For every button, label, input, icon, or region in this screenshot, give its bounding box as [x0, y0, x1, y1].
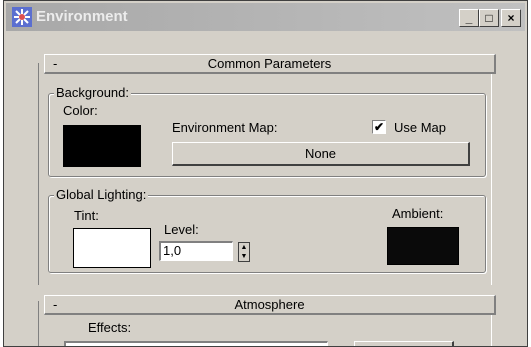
maximize-icon: □ [485, 11, 493, 25]
max-snowflake-icon [12, 7, 32, 27]
effects-label: Effects: [88, 320, 132, 335]
environment-map-button-label: None [304, 146, 337, 161]
minimize-icon: _ [465, 11, 473, 25]
background-color-swatch[interactable] [63, 125, 141, 167]
tint-label: Tint: [74, 208, 99, 223]
global-lighting-group-label: Global Lighting: [54, 187, 149, 202]
window-title: Environment [36, 8, 128, 25]
use-map-label: Use Map [394, 120, 447, 135]
background-group-label: Background: [54, 85, 131, 100]
close-icon: × [507, 11, 515, 25]
environment-map-button[interactable]: None [172, 142, 470, 166]
ambient-label: Ambient: [392, 206, 444, 221]
spinner-down-icon[interactable]: ▼ [239, 252, 249, 261]
atmosphere-rollout-header[interactable]: - Atmosphere [44, 295, 496, 315]
common-parameters-rollout-header[interactable]: - Common Parameters [44, 54, 496, 74]
add-effect-button[interactable] [354, 341, 454, 346]
minimize-button[interactable]: _ [459, 9, 479, 27]
atmosphere-title: Atmosphere [234, 297, 305, 312]
color-label: Color: [63, 103, 98, 118]
common-parameters-title: Common Parameters [207, 56, 332, 71]
spinner-up-icon[interactable]: ▲ [239, 243, 249, 252]
close-button[interactable]: × [501, 9, 521, 27]
level-input[interactable]: 1,0 [159, 241, 233, 261]
environment-map-label: Environment Map: [172, 120, 278, 135]
title-bar[interactable]: Environment _ □ × [6, 3, 525, 31]
level-spinner[interactable]: ▲ ▼ [238, 242, 250, 262]
level-value: 1,0 [163, 243, 182, 258]
ambient-color-swatch[interactable] [387, 227, 459, 265]
use-map-checkbox[interactable]: ✔ [372, 120, 386, 134]
level-label: Level: [164, 222, 199, 237]
tint-color-swatch[interactable] [73, 228, 151, 268]
environment-window: Environment _ □ × - Common Parameters Ba… [3, 0, 528, 347]
maximize-button[interactable]: □ [479, 9, 499, 27]
effects-list[interactable] [64, 341, 328, 346]
